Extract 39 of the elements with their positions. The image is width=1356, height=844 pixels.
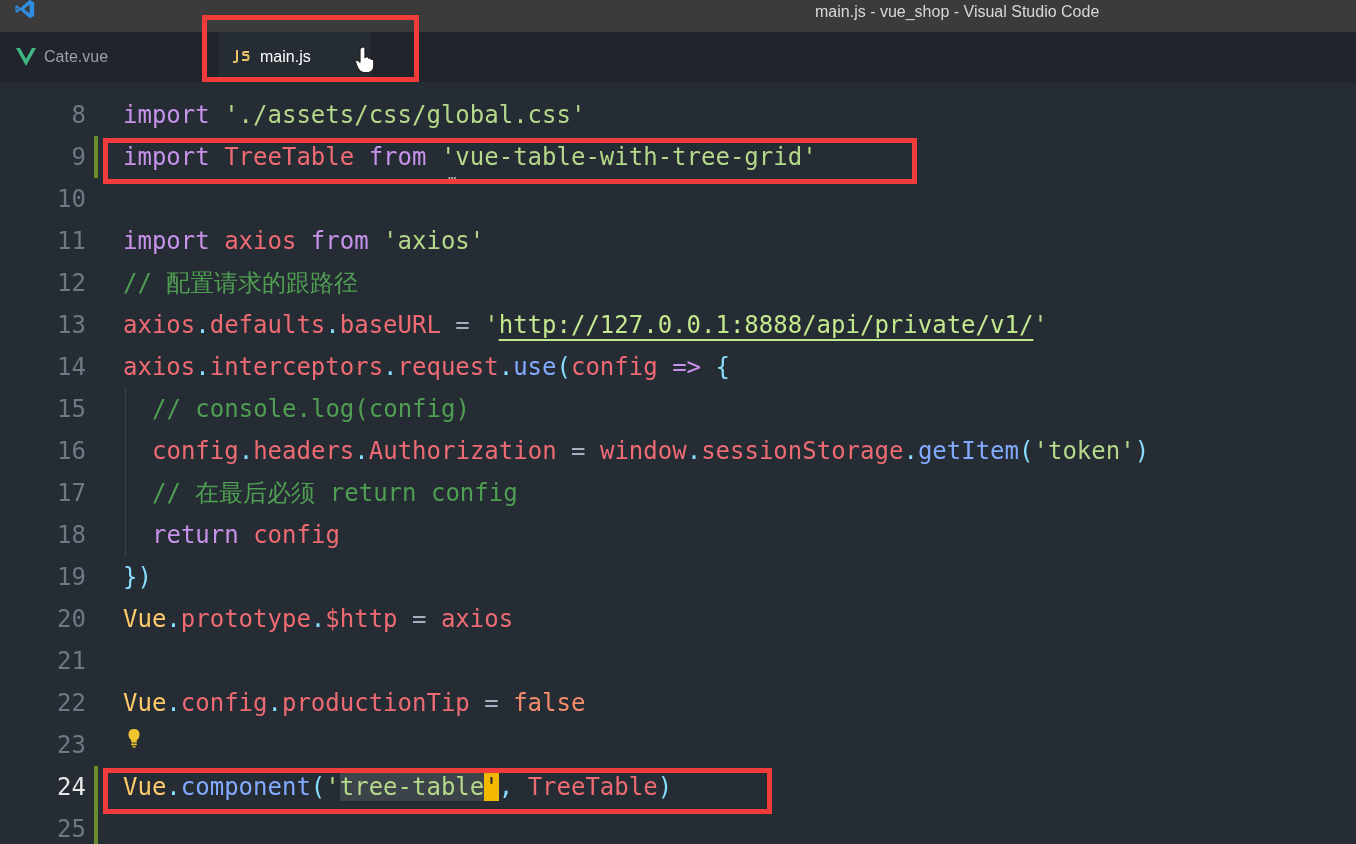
code-line: import TreeTable from 'vue-table-with-tree-grid': [123, 142, 817, 172]
code-line: Vue.config.productionTip = false: [123, 688, 586, 718]
js-file-icon: [232, 48, 252, 66]
line-number: 17: [56, 479, 86, 507]
line-number: 16: [56, 437, 86, 465]
code-line: axios.defaults.baseURL = 'http://127.0.0.1:8888/api/private/v1/': [123, 310, 1048, 340]
lightbulb-icon[interactable]: [127, 728, 141, 748]
code-line: Vue.component('tree-table', TreeTable): [123, 772, 673, 802]
hand-pointer-icon: [354, 46, 375, 74]
line-number: 9: [70, 143, 86, 171]
line-number: 25: [56, 815, 86, 843]
code-line: return config: [152, 520, 340, 550]
line-number: 8: [70, 101, 86, 129]
line-number: 19: [56, 563, 86, 591]
line-number: 14: [56, 353, 86, 381]
code-line: Vue.prototype.$http = axios: [123, 604, 514, 634]
line-number: 11: [56, 227, 86, 255]
line-number: 23: [56, 731, 86, 759]
line-number: 22: [56, 689, 86, 717]
code-line: // 在最后必须 return config: [152, 478, 518, 508]
line-number: 24: [56, 773, 86, 801]
window-title: main.js - vue_shop - Visual Studio Code: [815, 3, 1100, 21]
line-number: 21: [56, 647, 86, 675]
code-line: // console.log(config): [152, 394, 470, 424]
code-line: import './assets/css/global.css': [123, 100, 586, 130]
code-hint[interactable]: …: [448, 169, 457, 179]
code-line: // 配置请求的跟路径: [123, 268, 359, 298]
vue-file-icon: [16, 48, 36, 66]
code-line: config.headers.Authorization = window.sessionStorage.getItem('token'): [152, 436, 1150, 466]
line-number: 18: [56, 521, 86, 549]
vscode-logo-icon: [14, 0, 36, 20]
line-number: 20: [56, 605, 86, 633]
line-number: 12: [56, 269, 86, 297]
line-number: 15: [56, 395, 86, 423]
code-line: axios.interceptors.request.use(config => {: [123, 352, 730, 382]
line-number: 10: [56, 185, 86, 213]
line-number: 13: [56, 311, 86, 339]
code-line: }): [123, 562, 152, 592]
code-line: import axios from 'axios': [123, 226, 485, 256]
